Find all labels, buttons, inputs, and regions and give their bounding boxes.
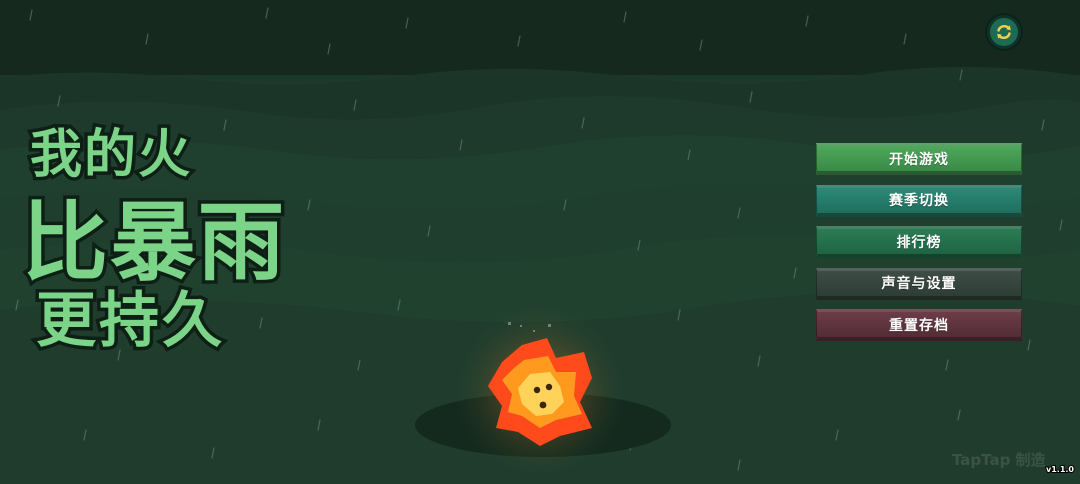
sound-settings-button[interactable]: 声音与设置 (816, 267, 1022, 300)
version-label: v1.1.0 (1045, 464, 1075, 475)
reset-save-button[interactable]: 重置存档 (816, 309, 1022, 341)
refresh-icon (997, 24, 1011, 40)
leaderboard-button[interactable]: 排行榜 (816, 226, 1022, 258)
taptap-watermark: TapTap 制造 (952, 451, 1046, 469)
main-menu: 开始游戏 赛季切换 排行榜 声音与设置 重置存档 (816, 143, 1022, 351)
game-scene: 我的火 比暴雨 更持久 开始游戏 赛季切换 排行榜 声音与设置 重置存档 Tap… (0, 0, 1080, 484)
refresh-button[interactable] (987, 15, 1021, 49)
start-game-button[interactable]: 开始游戏 (816, 143, 1022, 175)
season-switch-button[interactable]: 赛季切换 (816, 184, 1022, 217)
game-title-line-3: 更持久 (33, 283, 226, 360)
